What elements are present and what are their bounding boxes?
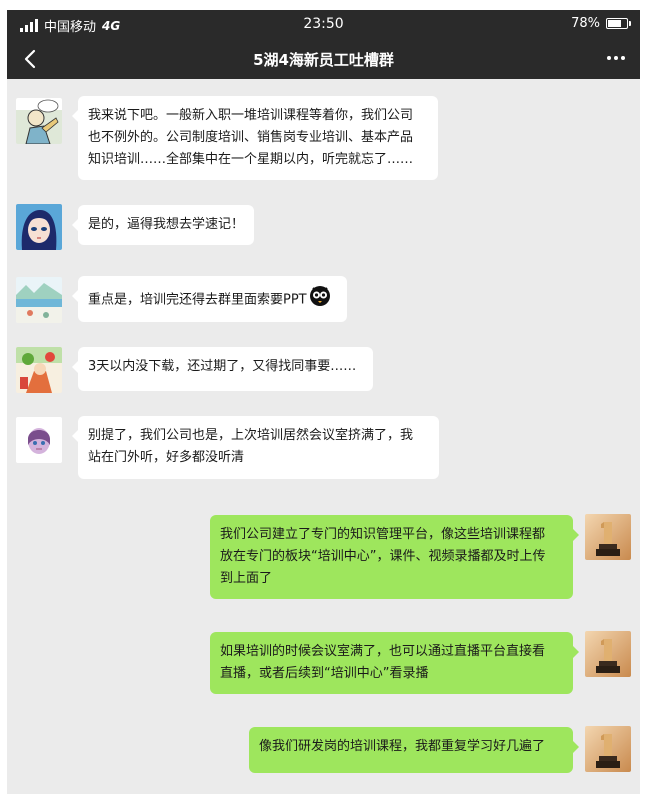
battery-icon: [606, 18, 631, 29]
battery-fill: [608, 20, 621, 27]
avatar-landscape[interactable]: [16, 277, 62, 323]
trophy-avatar: [585, 726, 631, 772]
avatar-self[interactable]: [585, 726, 631, 772]
message-bubble-3[interactable]: 重点是，培训完还得去群里面索要PPT: [72, 276, 347, 322]
status-bar: 中国移动 4G 23:50 78%: [7, 10, 640, 38]
trophy-avatar: [585, 514, 631, 560]
phone-screen: 中国移动 4G 23:50 78% 5湖4海新员工吐槽群 我来说下吧。一般新入职…: [7, 10, 640, 794]
message-bubble-1[interactable]: 我来说下吧。一般新入职一堆培训课程等着你，我们公司 也不例外的。公司制度培训、销…: [72, 96, 438, 180]
message-bubble-7[interactable]: 如果培训的时候会议室满了，也可以通过直播平台直接看 直播，或者后续到“培训中心”…: [210, 632, 579, 694]
message-bubble-2[interactable]: 是的，逼得我想去学速记！: [72, 205, 254, 245]
message-bubble-6[interactable]: 我们公司建立了专门的知识管理平台，像这些培训课程都 放在专门的板块“培训中心”，…: [210, 515, 579, 599]
landscape-avatar: [16, 277, 62, 323]
message-line: 像我们研发岗的培训课程，我都重复学习好几遍了: [259, 739, 546, 754]
message-line: 3天以内没下载，还过期了，又得找同事要……: [88, 359, 357, 374]
message-bubble-8[interactable]: 像我们研发岗的培训课程，我都重复学习好几遍了: [249, 727, 579, 773]
avatar-anime-girl[interactable]: [16, 204, 62, 250]
message-line: 也不例外的。公司制度培训、销售岗专业培训、基本产品: [88, 130, 414, 145]
clock: 23:50: [303, 16, 344, 32]
avatar-self[interactable]: [585, 514, 631, 560]
cartoon-avatar: [16, 347, 62, 393]
message-line: 站在门外听，好多都没听清: [88, 450, 245, 465]
message-line: 我们公司建立了专门的知识管理平台，像这些培训课程都: [220, 527, 546, 542]
message-line: 别提了，我们公司也是，上次培训居然会议室挤满了，我: [88, 428, 414, 443]
message-line: 到上面了: [220, 571, 273, 586]
battery-percent: 78%: [571, 16, 600, 31]
message-line: 知识培训……全部集中在一个星期以内，听完就忘了……: [88, 152, 414, 167]
chat-title: 5湖4海新员工吐槽群: [253, 51, 394, 69]
avatar-sketch-man[interactable]: [16, 98, 62, 144]
message-bubble-4[interactable]: 3天以内没下载，还过期了，又得找同事要……: [72, 347, 373, 391]
message-bubble-5[interactable]: 别提了，我们公司也是，上次培训居然会议室挤满了，我 站在门外听，好多都没听清: [72, 416, 439, 479]
sketch-man-avatar: [16, 98, 62, 144]
avatar-purple-figure[interactable]: [16, 417, 62, 463]
avatar-cartoon[interactable]: [16, 347, 62, 393]
message-line: 如果培训的时候会议室满了，也可以通过直播平台直接看: [220, 644, 546, 659]
message-line: 直播，或者后续到“培训中心”看录播: [220, 666, 429, 681]
message-line: 放在专门的板块“培训中心”，课件、视频录播都及时上传: [220, 549, 546, 564]
message-line: 是的，逼得我想去学速记！: [88, 217, 245, 232]
owl-emoji-icon: [309, 285, 331, 315]
trophy-avatar: [585, 631, 631, 677]
purple-figure-avatar: [16, 417, 62, 463]
message-line: 我来说下吧。一般新入职一堆培训课程等着你，我们公司: [88, 108, 414, 123]
anime-girl-avatar: [16, 204, 62, 250]
message-line: 重点是，培训完还得去群里面索要PPT: [88, 292, 307, 308]
more-icon[interactable]: [604, 48, 628, 68]
nav-bar: 5湖4海新员工吐槽群: [7, 38, 640, 79]
status-right: 78%: [571, 16, 631, 31]
avatar-self[interactable]: [585, 631, 631, 677]
